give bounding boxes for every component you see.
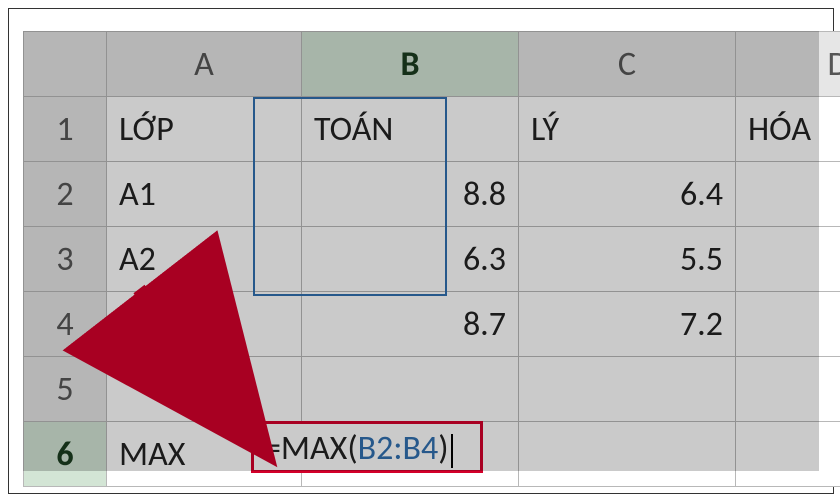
row-header-1[interactable]: 1	[24, 97, 107, 162]
spreadsheet-viewport[interactable]: A B C D 1 LỚP TOÁN LÝ HÓA 2 A1 8.8 6.4 9…	[23, 31, 819, 471]
cell-A1[interactable]: LỚP	[107, 97, 302, 162]
cell-C6[interactable]	[519, 422, 736, 487]
text-cursor	[451, 434, 453, 468]
col-header-A[interactable]: A	[107, 32, 302, 97]
cell-D2[interactable]: 9.2	[736, 162, 840, 227]
cell-A2[interactable]: A1	[107, 162, 302, 227]
grid-table[interactable]: A B C D 1 LỚP TOÁN LÝ HÓA 2 A1 8.8 6.4 9…	[23, 31, 840, 487]
col-header-C[interactable]: C	[519, 32, 736, 97]
cell-C5[interactable]	[519, 357, 736, 422]
formula-text-ref: B2:B4	[358, 428, 439, 469]
screenshot-frame: A B C D 1 LỚP TOÁN LÝ HÓA 2 A1 8.8 6.4 9…	[8, 8, 834, 494]
col-header-D[interactable]: D	[736, 32, 840, 97]
cell-C4[interactable]: 7.2	[519, 292, 736, 357]
row-header-4[interactable]: 4	[24, 292, 107, 357]
cell-A4[interactable]: A3	[107, 292, 302, 357]
cell-C1[interactable]: LÝ	[519, 97, 736, 162]
formula-edit-overlay[interactable]: =MAX(B2:B4)	[251, 421, 483, 473]
cell-C3[interactable]: 5.5	[519, 227, 736, 292]
cell-D5[interactable]	[736, 357, 840, 422]
cell-B2[interactable]: 8.8	[302, 162, 519, 227]
cell-B3[interactable]: 6.3	[302, 227, 519, 292]
row-header-2[interactable]: 2	[24, 162, 107, 227]
row-header-6[interactable]: 6	[24, 422, 107, 487]
select-all-corner[interactable]	[24, 32, 107, 97]
cell-D6[interactable]	[736, 422, 840, 487]
cell-D4[interactable]: 8.2	[736, 292, 840, 357]
formula-text-prefix: =MAX(	[264, 428, 358, 469]
row-header-5[interactable]: 5	[24, 357, 107, 422]
cell-B5[interactable]	[302, 357, 519, 422]
cell-B4[interactable]: 8.7	[302, 292, 519, 357]
cell-D3[interactable]: 6.4	[736, 227, 840, 292]
col-header-B[interactable]: B	[302, 32, 519, 97]
cell-D1[interactable]: HÓA	[736, 97, 840, 162]
cell-C2[interactable]: 6.4	[519, 162, 736, 227]
formula-text-suffix: )	[438, 428, 448, 469]
cell-B1[interactable]: TOÁN	[302, 97, 519, 162]
cell-A5[interactable]	[107, 357, 302, 422]
cell-A3[interactable]: A2	[107, 227, 302, 292]
row-header-3[interactable]: 3	[24, 227, 107, 292]
